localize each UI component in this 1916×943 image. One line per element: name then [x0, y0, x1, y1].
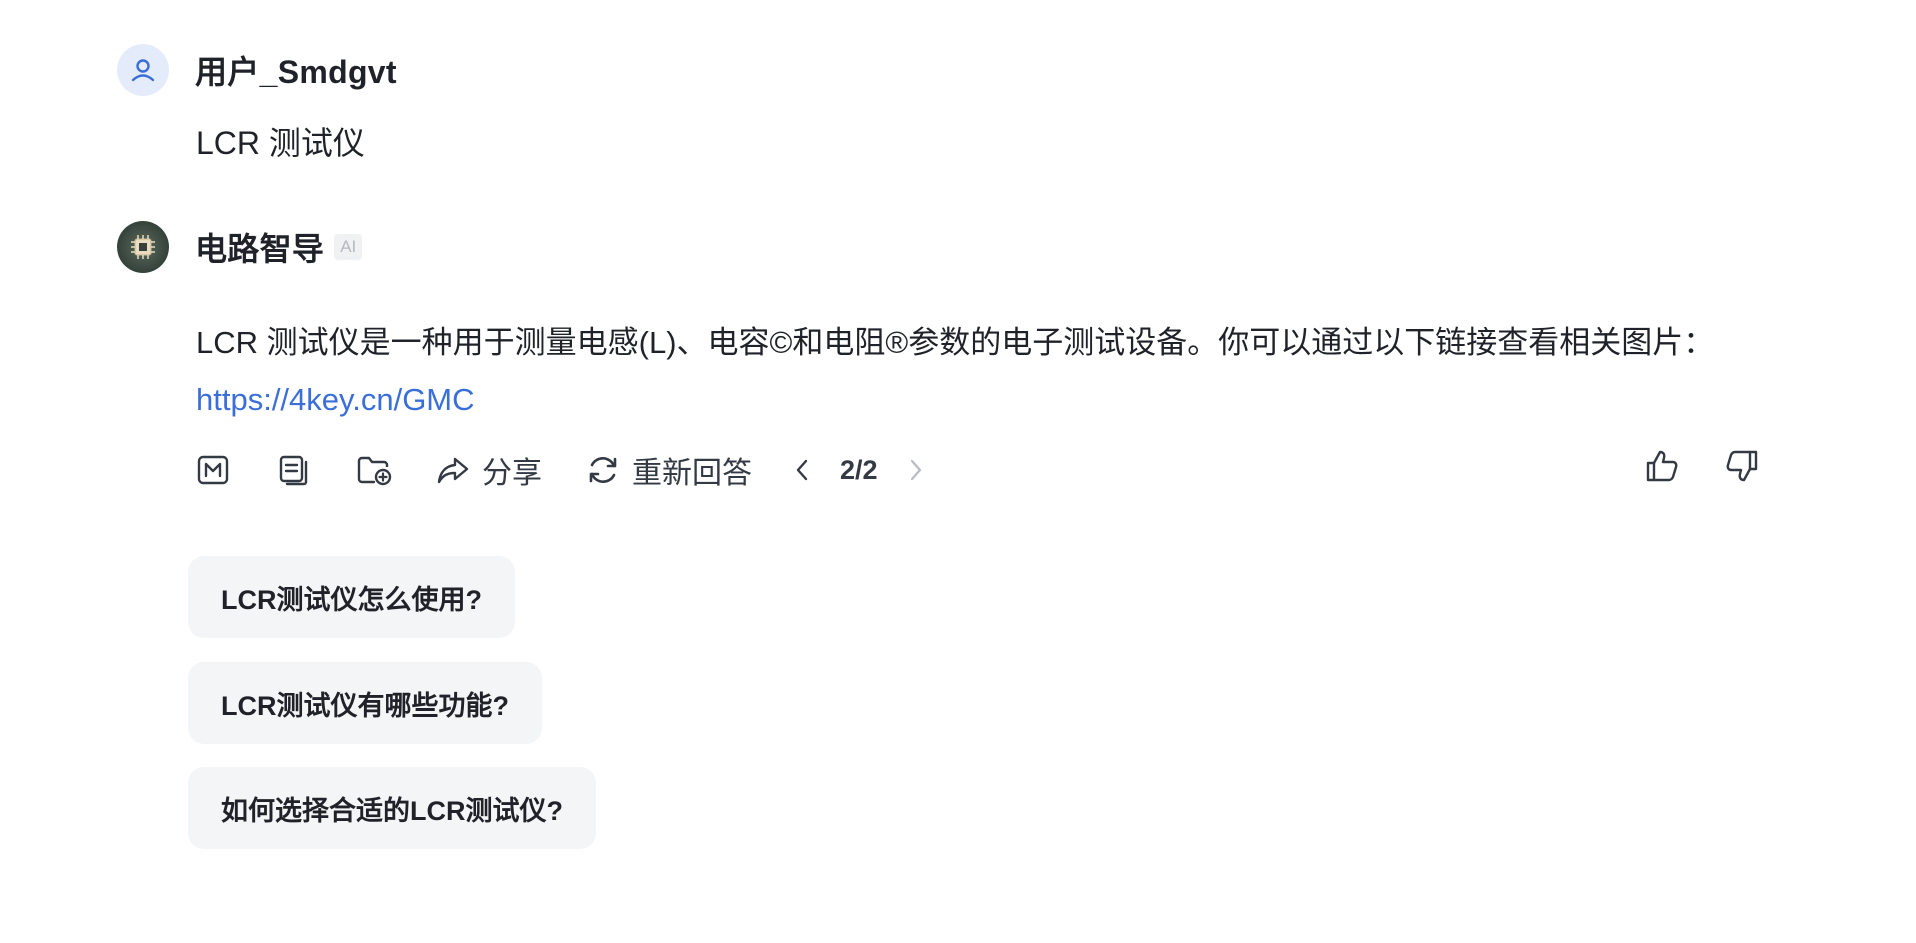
add-to-folder-button[interactable] — [356, 452, 392, 488]
user-name: 用户_Smdgvt — [195, 54, 397, 90]
thumbs-up-icon — [1646, 450, 1678, 482]
dislike-button[interactable] — [1724, 448, 1760, 484]
previous-answer-button[interactable] — [792, 456, 812, 484]
share-button[interactable]: 分享 — [436, 448, 542, 492]
answer-link[interactable]: https://4key.cn/GMC — [196, 371, 1756, 428]
markdown-button[interactable] — [196, 452, 232, 488]
like-button[interactable] — [1644, 448, 1680, 484]
share-label: 分享 — [482, 457, 542, 490]
add-to-folder-icon — [357, 456, 392, 486]
user-icon — [131, 59, 155, 82]
suggestion-chip[interactable]: LCR测试仪有哪些功能? — [188, 662, 542, 744]
page-indicator: 2/2 — [840, 454, 878, 485]
bot-message-header: 电路智导 AI — [117, 221, 363, 273]
share-icon — [437, 457, 469, 484]
chevron-left-icon — [796, 459, 808, 481]
copy-icon — [279, 455, 308, 486]
suggestion-chip[interactable]: 如何选择合适的LCR测试仪? — [188, 767, 596, 849]
answer-toolbar: 分享 重新回答 2/2 — [196, 445, 926, 495]
chevron-right-icon — [910, 459, 921, 481]
regenerate-label: 重新回答 — [632, 457, 752, 490]
bot-name: 电路智导 — [195, 231, 325, 267]
copy-button[interactable] — [276, 452, 312, 488]
suggestion-chip[interactable]: LCR测试仪怎么使用? — [188, 556, 515, 638]
user-message-header: 用户_Smdgvt — [117, 44, 397, 96]
thumbs-down-icon — [1726, 450, 1758, 482]
answer-text: LCR 测试仪是一种用于测量电感(L)、电容©和电阻®参数的电子测试设备。你可以… — [196, 325, 1715, 360]
bot-answer: LCR 测试仪是一种用于测量电感(L)、电容©和电阻®参数的电子测试设备。你可以… — [196, 314, 1756, 428]
ai-badge: AI — [334, 234, 363, 260]
markdown-icon — [197, 455, 229, 485]
chat-page: 用户_Smdgvt LCR 测试仪 电路智导 AI LCR 测试仪是一种用于测量… — [0, 0, 1916, 943]
answer-pager: 2/2 — [792, 455, 926, 486]
bot-avatar — [117, 221, 169, 273]
user-avatar — [117, 44, 169, 96]
regenerate-button[interactable]: 重新回答 — [586, 448, 752, 492]
circuit-chip-avatar — [131, 235, 155, 259]
refresh-icon — [589, 456, 617, 484]
user-message-text: LCR 测试仪 — [196, 125, 365, 161]
next-answer-button[interactable] — [906, 456, 926, 484]
